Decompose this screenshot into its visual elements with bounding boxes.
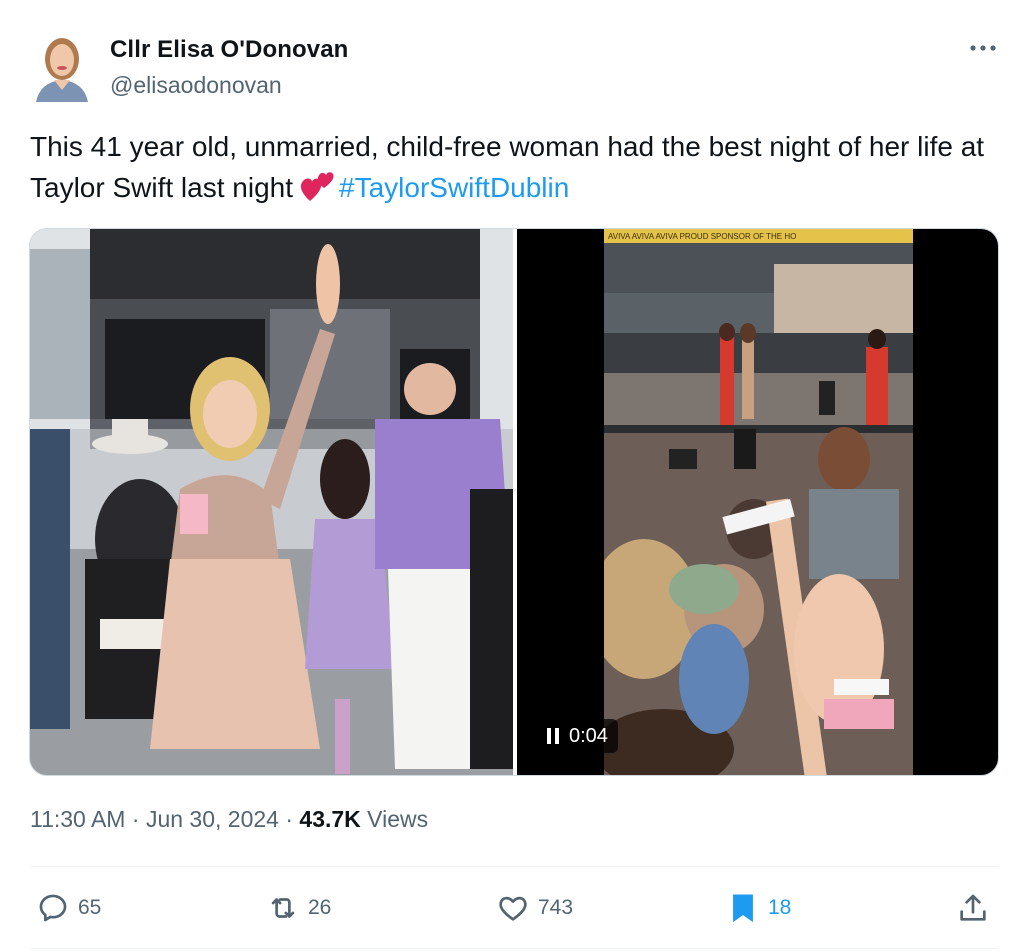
divider (30, 866, 998, 867)
tweet: Cllr Elisa O'Donovan @elisaodonovan This… (0, 0, 1024, 952)
tweet-text: This 41 year old, unmarried, child-free … (30, 126, 990, 208)
concert-photo-image (30, 229, 513, 775)
heart-icon (499, 896, 527, 921)
meta-separator: · (131, 806, 140, 832)
avatar[interactable] (30, 32, 94, 102)
media-grid[interactable]: AVIVA AVIVA AVIVA PROUD SPONSOR OF THE H… (29, 228, 999, 776)
right-video[interactable]: AVIVA AVIVA AVIVA PROUD SPONSOR OF THE H… (517, 229, 998, 775)
share-button[interactable] (956, 890, 990, 926)
two-hearts-icon (299, 169, 335, 203)
reply-button[interactable]: 65 (36, 890, 101, 926)
author-name[interactable]: Cllr Elisa O'Donovan (110, 36, 348, 64)
hashtag-link[interactable]: #TaylorSwiftDublin (339, 172, 569, 203)
reply-count: 65 (78, 896, 102, 919)
tweet-meta: 11:30 AM · Jun 30, 2024 · 43.7K Views (30, 806, 428, 833)
video-frame: AVIVA AVIVA AVIVA PROUD SPONSOR OF THE H… (604, 229, 913, 775)
more-options-button[interactable] (966, 36, 1000, 60)
bottom-divider (30, 948, 998, 949)
bookmark-button[interactable]: 18 (726, 890, 791, 926)
repost-count: 26 (308, 896, 332, 919)
tweet-time[interactable]: 11:30 AM (30, 806, 125, 832)
bookmark-icon (733, 894, 753, 923)
video-time: 0:04 (569, 724, 608, 747)
views-count: 43.7K (299, 806, 361, 832)
share-icon (960, 894, 986, 921)
meta-separator-2: · (285, 806, 294, 832)
concert-video-image: AVIVA AVIVA AVIVA PROUD SPONSOR OF THE H… (604, 229, 913, 775)
left-photo[interactable] (30, 229, 513, 775)
reply-icon (39, 894, 67, 922)
repost-button[interactable]: 26 (266, 890, 331, 926)
tweet-date[interactable]: Jun 30, 2024 (146, 806, 279, 832)
views-label: Views (367, 806, 429, 832)
bookmark-count: 18 (768, 896, 792, 919)
video-timer-badge[interactable]: 0:04 (537, 719, 618, 753)
like-button[interactable]: 743 (496, 890, 573, 926)
pause-icon[interactable] (547, 728, 559, 744)
repost-icon (271, 898, 295, 918)
stage-banner-text: AVIVA AVIVA AVIVA PROUD SPONSOR OF THE H… (608, 232, 796, 241)
more-icon (970, 45, 996, 51)
author-handle[interactable]: @elisaodonovan (110, 72, 282, 99)
like-count: 743 (538, 896, 574, 919)
